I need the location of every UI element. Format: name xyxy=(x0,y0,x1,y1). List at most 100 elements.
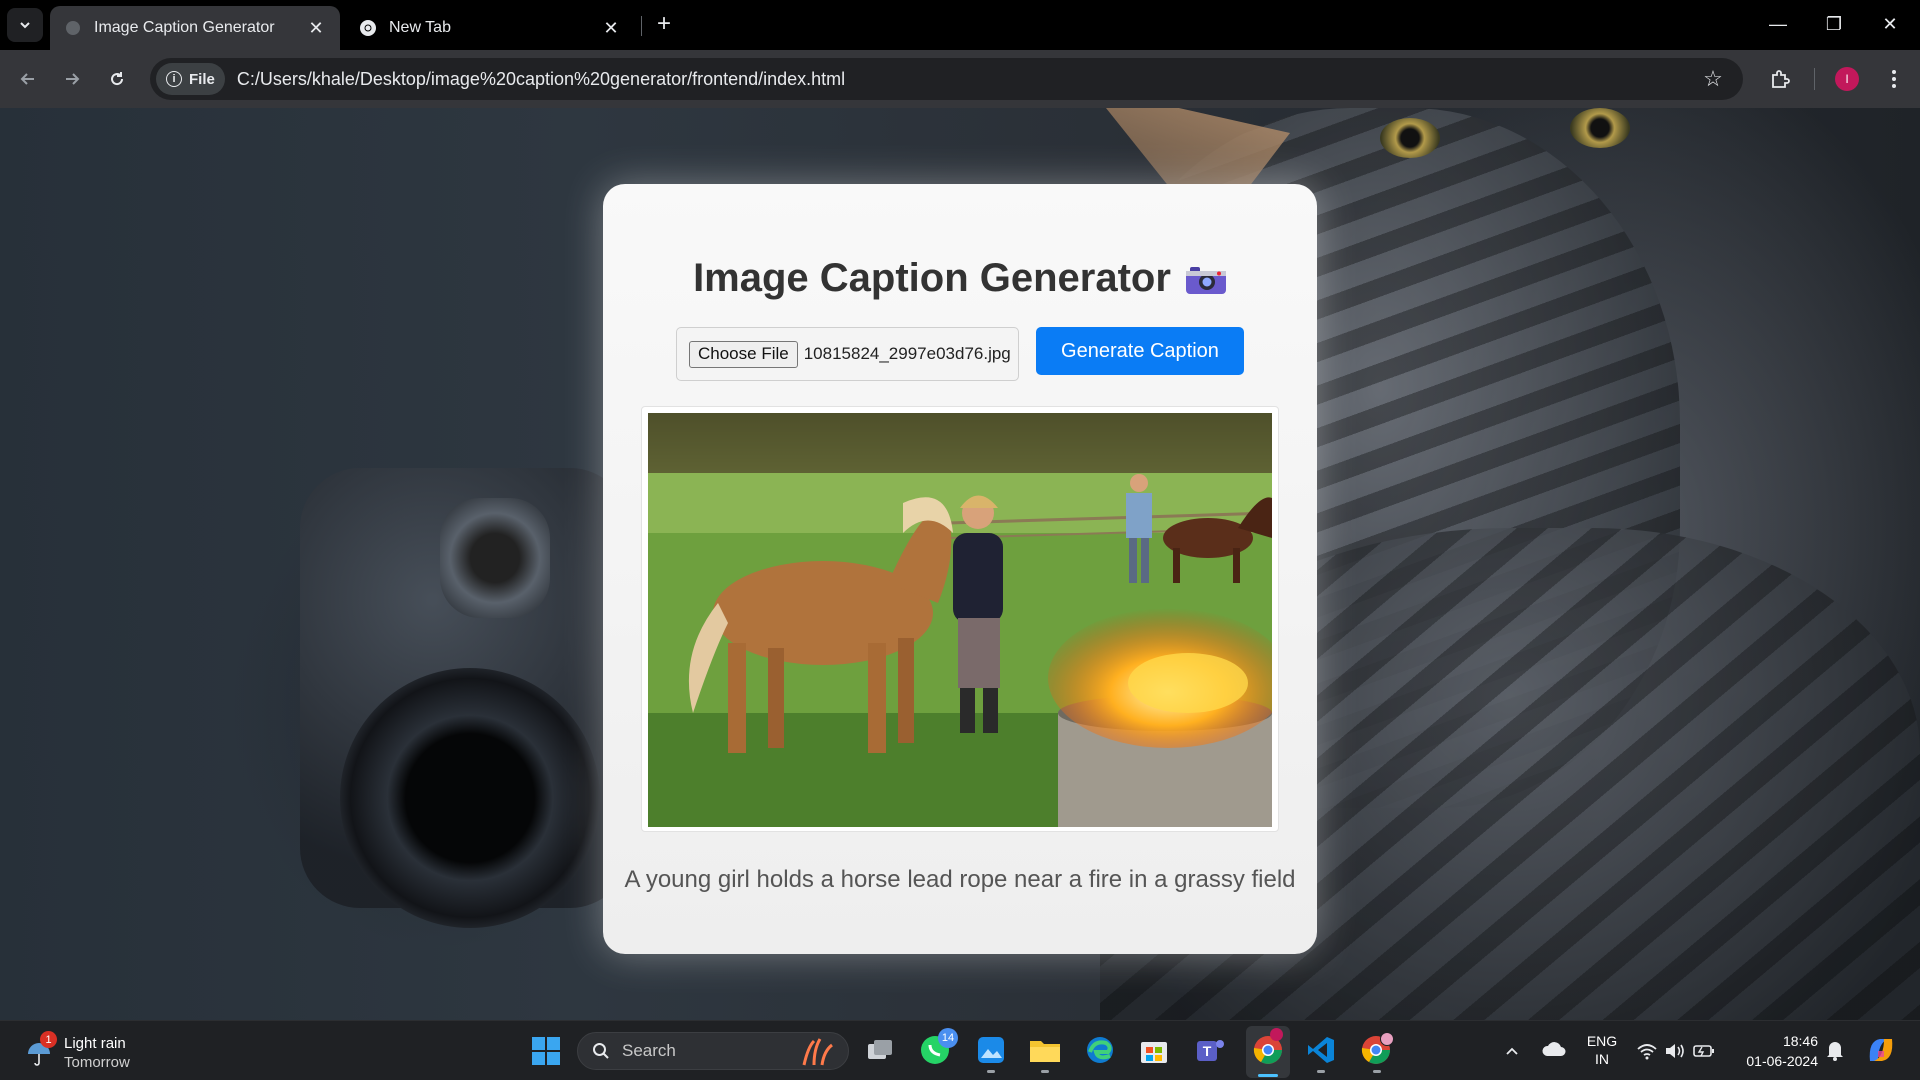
weather-widget[interactable]: 1 Light rain Tomorrow xyxy=(22,1031,182,1073)
photos-icon xyxy=(978,1037,1004,1063)
url-text[interactable]: C:/Users/khale/Desktop/image%20caption%2… xyxy=(237,69,1695,90)
volume-icon xyxy=(1666,1044,1684,1058)
start-button[interactable] xyxy=(528,1034,564,1068)
weather-title: Light rain xyxy=(64,1035,126,1052)
background-camera-lens xyxy=(340,668,600,928)
cloud-icon xyxy=(1542,1042,1566,1056)
chrome-notification-badge xyxy=(1270,1028,1283,1041)
chevron-up-icon xyxy=(1506,1047,1518,1055)
browser-toolbar: i File C:/Users/khale/Desktop/image%20ca… xyxy=(0,50,1920,108)
profile-overlay-icon xyxy=(1380,1032,1394,1046)
store-taskbar-button[interactable] xyxy=(1138,1034,1170,1066)
language-indicator[interactable]: ENG IN xyxy=(1582,1032,1622,1072)
new-tab-button[interactable]: + xyxy=(650,10,678,38)
clock-time: 18:46 xyxy=(1782,1033,1818,1049)
taskbar: 1 Light rain Tomorrow Search 14 T ENG IN… xyxy=(0,1020,1920,1080)
whatsapp-badge: 14 xyxy=(938,1028,958,1048)
clock-date: 01-06-2024 xyxy=(1746,1053,1818,1069)
caption-card: Image Caption Generator Choose File 1081… xyxy=(603,184,1317,954)
edge-taskbar-button[interactable] xyxy=(1084,1034,1116,1066)
tab-divider xyxy=(641,16,642,36)
photos-taskbar-button[interactable] xyxy=(975,1034,1007,1073)
tab-title: New Tab xyxy=(389,19,451,36)
choose-file-button[interactable]: Choose File xyxy=(689,340,798,368)
task-view-button[interactable] xyxy=(864,1035,896,1067)
close-window-button[interactable]: ✕ xyxy=(1862,0,1918,48)
image-preview-frame xyxy=(641,406,1279,832)
weather-subtitle: Tomorrow xyxy=(64,1054,130,1071)
camera-icon xyxy=(1185,260,1227,305)
tab-image-caption-generator[interactable]: Image Caption Generator ✕ xyxy=(50,6,340,50)
page-viewport: Image Caption Generator Choose File 1081… xyxy=(0,108,1920,1020)
background-cat-eye xyxy=(1570,108,1630,148)
file-input[interactable]: Choose File 10815824_2997e03d76.jpg xyxy=(676,327,1019,381)
task-view-icon xyxy=(868,1040,892,1059)
selected-file-name: 10815824_2997e03d76.jpg xyxy=(803,344,1011,363)
close-icon[interactable]: ✕ xyxy=(306,18,326,38)
arrow-right-icon xyxy=(66,73,80,85)
tab-new-tab[interactable]: New Tab ✕ xyxy=(345,6,635,50)
minimize-button[interactable]: — xyxy=(1750,0,1806,48)
tab-search-button[interactable] xyxy=(7,8,43,42)
more-vertical-icon xyxy=(1892,70,1896,88)
search-icon xyxy=(593,1043,609,1059)
language-line1: ENG xyxy=(1586,1033,1618,1049)
show-hidden-icons-button[interactable] xyxy=(1500,1039,1524,1063)
language-line2: IN xyxy=(1595,1051,1609,1067)
tab-title: Image Caption Generator xyxy=(94,19,275,36)
profile-button[interactable]: I xyxy=(1831,63,1863,95)
restore-button[interactable]: ❐ xyxy=(1806,0,1862,48)
close-icon[interactable]: ✕ xyxy=(601,18,621,38)
clock[interactable]: 18:46 01-06-2024 xyxy=(1730,1031,1818,1073)
teams-icon: T xyxy=(1197,1040,1224,1061)
store-icon xyxy=(1141,1042,1167,1063)
vscode-taskbar-button[interactable] xyxy=(1305,1034,1337,1073)
taskbar-search[interactable]: Search xyxy=(577,1032,849,1070)
avatar: I xyxy=(1835,67,1859,91)
globe-icon xyxy=(64,19,82,37)
edge-icon xyxy=(1087,1037,1113,1063)
reload-button[interactable] xyxy=(101,63,133,95)
toolbar-divider xyxy=(1814,68,1815,90)
menu-button[interactable] xyxy=(1878,63,1910,95)
forward-button[interactable] xyxy=(56,63,88,95)
site-info-chip[interactable]: i File xyxy=(156,63,225,95)
copilot-icon xyxy=(1869,1039,1893,1061)
page-title: Image Caption Generator xyxy=(603,256,1317,305)
arrow-left-icon xyxy=(20,73,34,85)
extensions-button[interactable] xyxy=(1764,63,1796,95)
uploaded-image-preview xyxy=(648,413,1272,827)
windows-icon xyxy=(532,1037,560,1065)
chevron-down-icon xyxy=(20,22,30,29)
puzzle-icon xyxy=(1772,70,1790,88)
battery-icon xyxy=(1693,1045,1714,1057)
folder-icon xyxy=(1030,1041,1060,1062)
bell-icon xyxy=(1827,1042,1843,1061)
teams-taskbar-button[interactable]: T xyxy=(1194,1034,1226,1066)
bookmark-star-icon[interactable]: ☆ xyxy=(1695,61,1731,97)
generated-caption: A young girl holds a horse lead rope nea… xyxy=(624,866,1296,893)
info-icon: i xyxy=(166,71,182,87)
chrome-icon xyxy=(359,19,377,37)
system-status-cluster[interactable] xyxy=(1636,1038,1732,1064)
svg-text:T: T xyxy=(1203,1043,1212,1059)
whatsapp-taskbar-button[interactable]: 14 xyxy=(918,1028,958,1067)
weather-badge: 1 xyxy=(40,1031,57,1048)
horse-girl-fire-photo xyxy=(648,413,1272,827)
back-button[interactable] xyxy=(12,63,44,95)
page-title-text: Image Caption Generator xyxy=(693,256,1171,300)
notifications-button[interactable] xyxy=(1826,1039,1848,1063)
chrome-profile-taskbar-button[interactable] xyxy=(1360,1032,1394,1073)
background-cat-eye xyxy=(1380,118,1440,158)
copilot-button[interactable] xyxy=(1864,1033,1900,1069)
search-placeholder: Search xyxy=(622,1041,676,1060)
chrome-taskbar-button[interactable] xyxy=(1246,1026,1290,1078)
file-explorer-taskbar-button[interactable] xyxy=(1028,1034,1062,1073)
generate-caption-button[interactable]: Generate Caption xyxy=(1036,327,1244,375)
vscode-icon xyxy=(1308,1037,1334,1063)
coral-illustration-icon xyxy=(802,1038,833,1066)
site-chip-label: File xyxy=(189,70,215,88)
onedrive-tray-button[interactable] xyxy=(1540,1039,1568,1063)
reload-icon xyxy=(111,72,124,86)
address-bar[interactable]: i File C:/Users/khale/Desktop/image%20ca… xyxy=(150,58,1743,100)
